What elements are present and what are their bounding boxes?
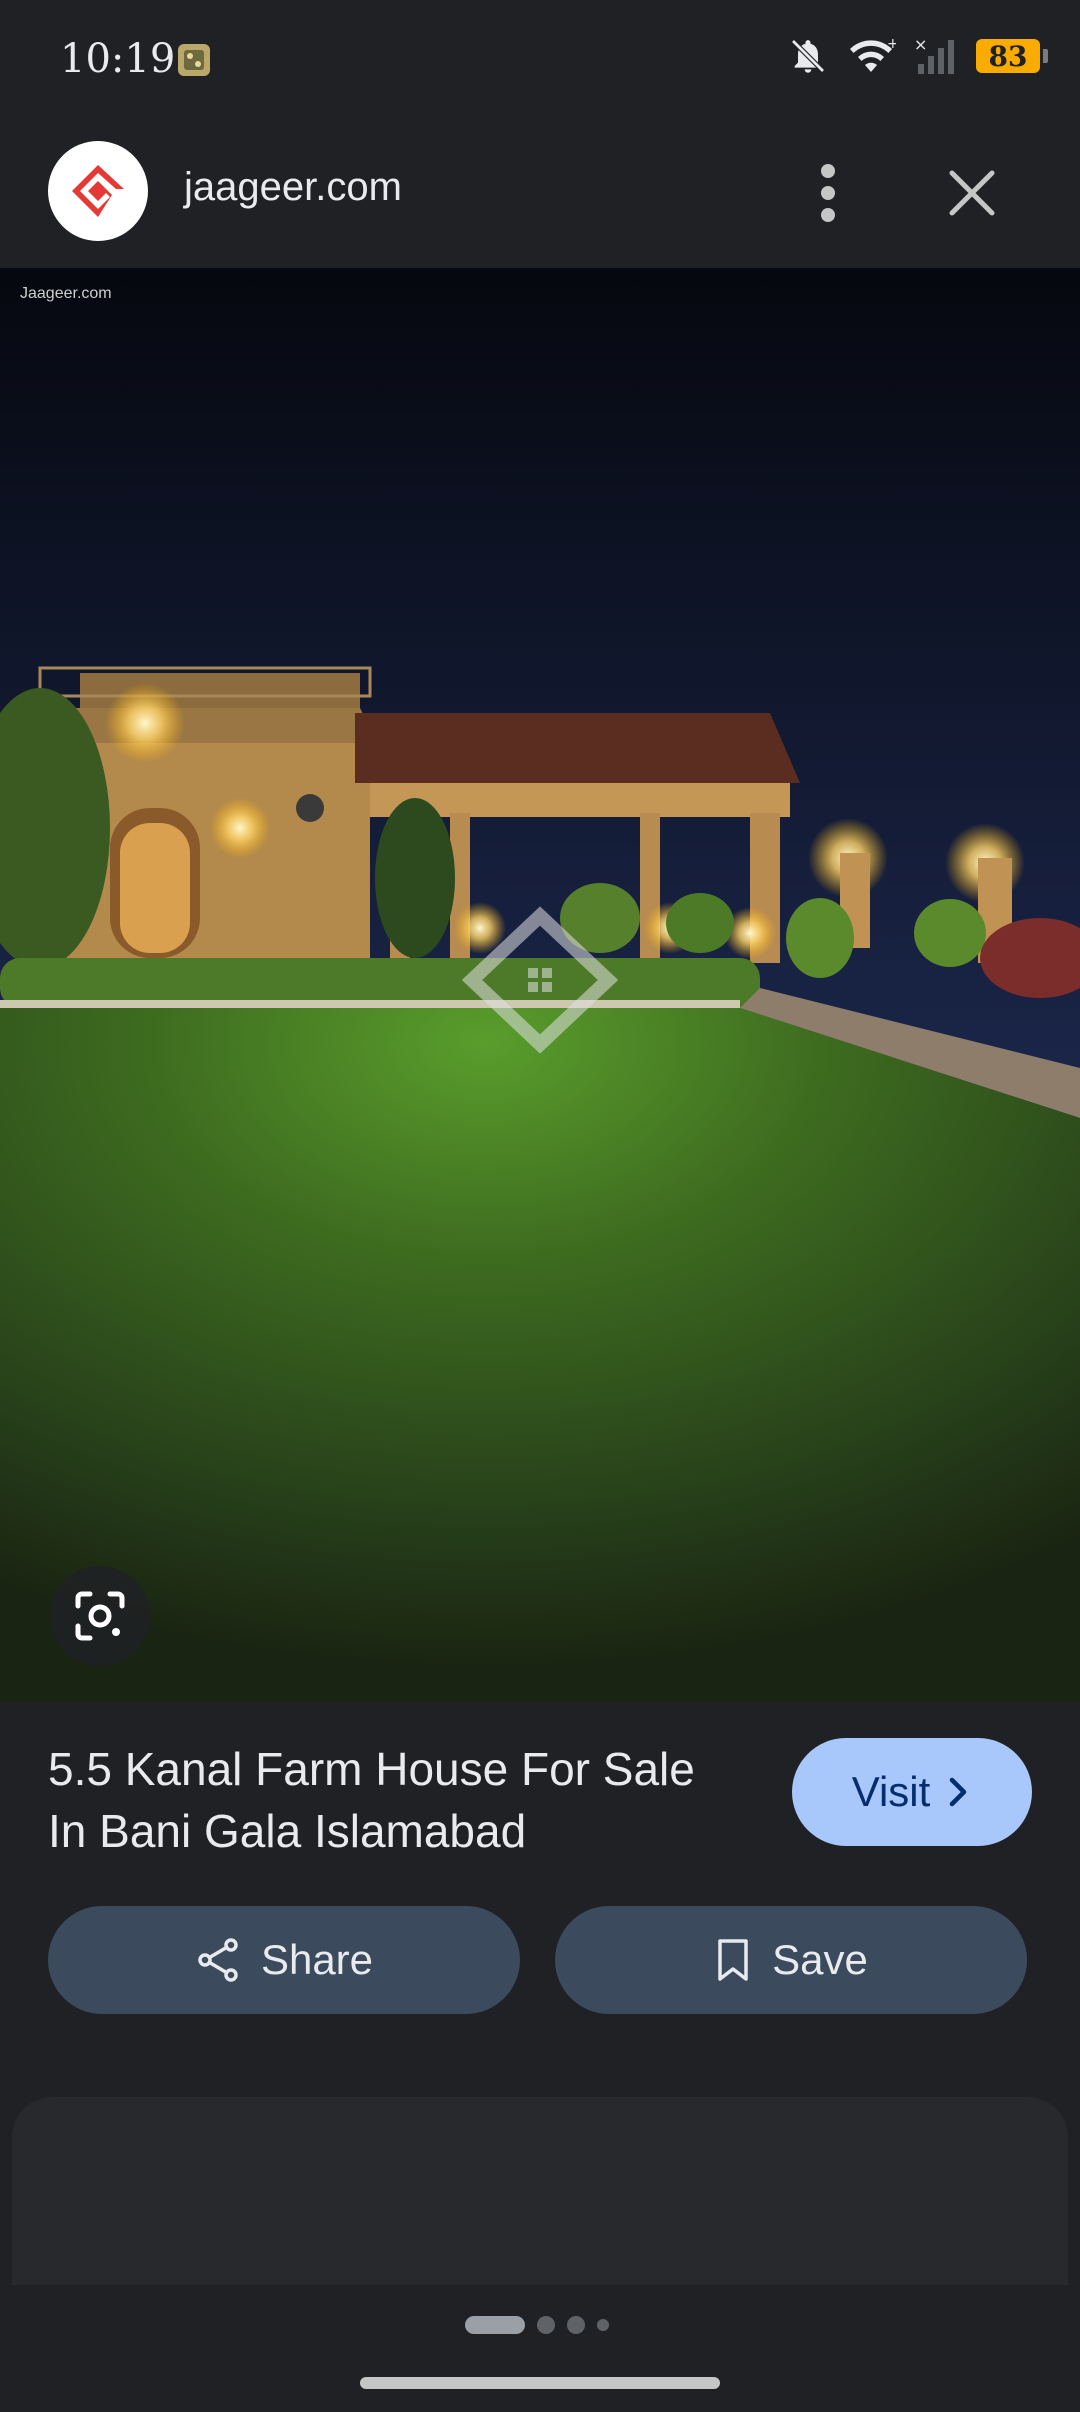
site-logo[interactable] bbox=[48, 141, 148, 241]
battery-level: 83 bbox=[988, 39, 1028, 73]
chevron-right-icon bbox=[950, 1777, 967, 1807]
jaageer-logo-icon bbox=[72, 165, 124, 217]
site-name[interactable]: jaageer.com bbox=[184, 165, 402, 210]
visit-button-label: Visit bbox=[851, 1768, 931, 1815]
share-button[interactable]: Share bbox=[48, 1906, 520, 2014]
farmhouse-night-photo: Jaageer.com bbox=[0, 268, 1080, 1702]
result-title-line1: 5.5 Kanal Farm House For Sale bbox=[48, 1743, 695, 1795]
bookmark-icon bbox=[718, 1939, 748, 1981]
bottom-bar bbox=[0, 2285, 1080, 2412]
google-lens-icon bbox=[75, 1591, 125, 1641]
more-options-icon[interactable] bbox=[800, 153, 856, 233]
property-image[interactable]: Jaageer.com bbox=[0, 268, 1080, 1702]
result-title-line2: In Bani Gala Islamabad bbox=[48, 1805, 527, 1857]
save-button-label: Save bbox=[772, 1936, 868, 1983]
status-icons: + × 83 bbox=[788, 36, 1048, 76]
result-title[interactable]: 5.5 Kanal Farm House For Sale In Bani Ga… bbox=[48, 1738, 748, 1862]
share-icon bbox=[198, 1938, 238, 1982]
home-indicator[interactable] bbox=[360, 2377, 720, 2389]
notifications-muted-icon bbox=[791, 39, 825, 73]
page-dot bbox=[597, 2319, 609, 2331]
battery-icon: 83 bbox=[976, 39, 1048, 73]
viewer-header: jaageer.com bbox=[0, 125, 1080, 268]
save-button[interactable]: Save bbox=[555, 1906, 1027, 2014]
wifi-icon: + bbox=[850, 36, 896, 72]
page-indicator bbox=[465, 2316, 609, 2334]
svg-text:×: × bbox=[914, 36, 927, 54]
page-dot bbox=[537, 2316, 555, 2334]
page-dot bbox=[567, 2316, 585, 2334]
page-dot-active bbox=[465, 2316, 525, 2334]
close-icon[interactable] bbox=[940, 161, 1004, 225]
image-watermark: Jaageer.com bbox=[20, 285, 112, 302]
share-button-label: Share bbox=[260, 1936, 374, 1983]
status-bar: 10:19 + × 83 bbox=[0, 0, 1080, 125]
visit-button[interactable]: Visit bbox=[792, 1738, 1032, 1846]
notification-app-icon bbox=[178, 44, 210, 76]
status-time: 10:19 bbox=[60, 36, 176, 82]
signal-off-icon: × bbox=[914, 36, 954, 74]
svg-text:+: + bbox=[887, 36, 896, 52]
lens-search-button[interactable] bbox=[50, 1566, 150, 1666]
